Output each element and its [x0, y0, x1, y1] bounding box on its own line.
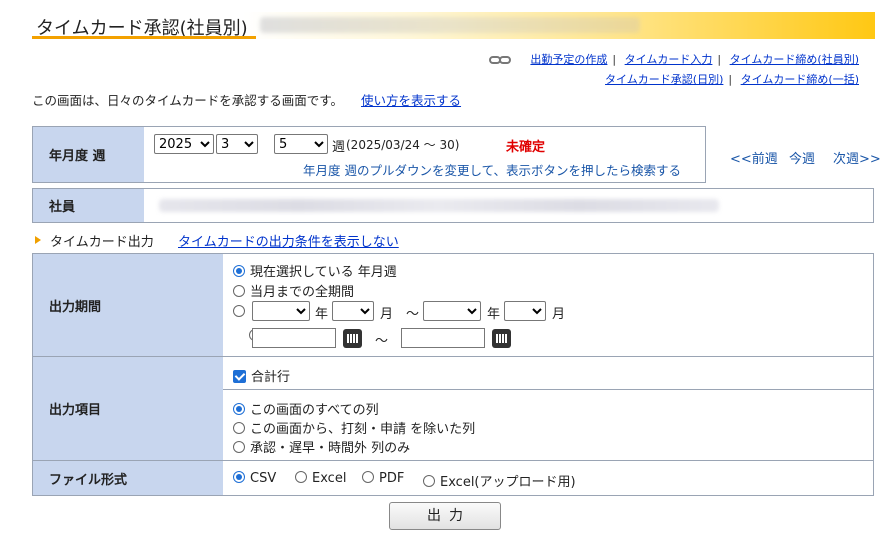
title-underline [32, 36, 256, 39]
employee-info-redacted [159, 199, 719, 212]
week-select[interactable]: 5 [274, 134, 328, 154]
help-link[interactable]: 使い方を表示する [361, 93, 461, 108]
month-unit: 月 [380, 307, 394, 322]
period-option-selected-week[interactable]: 現在選択している 年月週 [233, 261, 397, 280]
period-option-month-range[interactable] [233, 305, 245, 317]
calendar-icon[interactable] [343, 329, 362, 348]
to-date-input[interactable] [401, 328, 485, 348]
radio-selected[interactable] [233, 265, 245, 277]
radio[interactable] [233, 285, 245, 297]
items-option-all-columns[interactable]: この画面のすべての列 [233, 399, 379, 418]
period-hint: 年月度 週のプルダウンを変更して、表示ボタンを押したら検索する [303, 163, 681, 178]
from-date-input[interactable] [252, 328, 336, 348]
company-name-redacted [260, 17, 640, 33]
intro-text: この画面は、日々のタイムカードを承認する画面です。 [32, 93, 344, 108]
year-select[interactable]: 2025 [154, 134, 214, 154]
this-week-link[interactable]: 今週 [789, 148, 815, 167]
chain-link-icon [488, 56, 517, 64]
to-year-select[interactable] [423, 301, 481, 321]
employee-box: 社員 [32, 188, 874, 223]
radio[interactable] [233, 422, 245, 434]
format-excel[interactable]: Excel [295, 471, 346, 486]
output-items-label: 出力項目 [33, 357, 223, 460]
radio[interactable] [362, 471, 374, 483]
link-timecard-close-bulk[interactable]: タイムカード締め(一括) [741, 73, 859, 86]
output-button[interactable]: 出力 [389, 502, 501, 530]
file-format-label: ファイル形式 [33, 461, 223, 495]
output-section-title: タイムカード出力 [50, 235, 154, 250]
calendar-icon[interactable] [492, 329, 511, 348]
title-bar: タイムカード承認(社員別) [32, 12, 875, 39]
week-suffix: 週 [332, 140, 346, 155]
format-csv[interactable]: CSV [233, 471, 276, 486]
radio[interactable] [233, 441, 245, 453]
period-label: 年月度 週 [33, 127, 144, 182]
month-select[interactable]: 3 [216, 134, 258, 154]
week-range: (2025/03/24 〜 30) [346, 138, 460, 152]
row-divider [33, 460, 873, 461]
link-schedule-create[interactable]: 出勤予定の作成 [530, 53, 607, 66]
next-week-link[interactable]: 次週>> [833, 148, 881, 167]
intro: この画面は、日々のタイムカードを承認する画面です。 使い方を表示する [32, 90, 461, 109]
month-unit: 月 [552, 307, 566, 322]
prev-week-link[interactable]: <<前週 [730, 148, 778, 167]
employee-label: 社員 [33, 189, 144, 222]
period-box: 年月度 週 2025 3 5 週 (2025/03/24 〜 30) 未確定 年… [32, 126, 706, 183]
status-badge: 未確定 [506, 140, 546, 155]
link-timecard-approve-daily[interactable]: タイムカード承認(日別) [605, 73, 723, 86]
items-option-approval-only[interactable]: 承認・遅早・時間外 列のみ [233, 437, 410, 456]
from-month-select[interactable] [332, 301, 374, 321]
toggle-output-conditions-link[interactable]: タイムカードの出力条件を表示しない [178, 231, 399, 250]
link-timecard-close-employee[interactable]: タイムカード締め(社員別) [730, 53, 859, 66]
year-unit: 年 [315, 307, 329, 322]
period-option-all[interactable]: 当月までの全期間 [233, 281, 354, 300]
radio-selected[interactable] [233, 471, 245, 483]
total-row-checkbox[interactable]: 合計行 [233, 366, 290, 385]
year-unit: 年 [487, 307, 501, 322]
section-arrow-icon [35, 236, 41, 244]
output-period-label: 出力期間 [33, 254, 223, 356]
tilde: 〜 [375, 334, 389, 349]
format-pdf[interactable]: PDF [362, 471, 404, 486]
to-month-select[interactable] [504, 301, 546, 321]
top-links-row2: タイムカード承認(日別) | タイムカード締め(一括) [605, 73, 859, 86]
tilde: 〜 [406, 307, 420, 322]
row-divider [223, 389, 873, 390]
link-timecard-input[interactable]: タイムカード入力 [625, 53, 713, 66]
output-conditions-table: 出力期間 出力項目 ファイル形式 現在選択している 年月週 当月までの全期間 年… [32, 253, 874, 496]
radio[interactable] [423, 475, 435, 487]
radio[interactable] [295, 471, 307, 483]
row-divider [33, 356, 873, 357]
items-option-exclude-stamp[interactable]: この画面から、打刻・申請 を除いた列 [233, 418, 475, 437]
from-year-select[interactable] [252, 301, 310, 321]
format-excel-upload[interactable]: Excel(アップロード用) [423, 471, 576, 490]
top-links-row1: 出勤予定の作成 | タイムカード入力 | タイムカード締め(社員別) [488, 51, 859, 67]
radio-selected[interactable] [233, 403, 245, 415]
checkbox-checked[interactable] [233, 370, 246, 383]
